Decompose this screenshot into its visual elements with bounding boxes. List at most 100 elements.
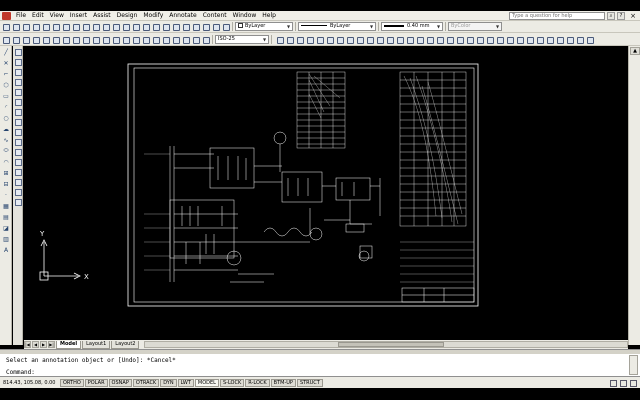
tool-palettes-icon[interactable] [191,22,200,31]
toggle-lwt[interactable]: LWT [177,378,194,387]
render-icon[interactable] [131,35,140,44]
zoom-previous-icon[interactable] [161,22,170,31]
next-tab-icon[interactable]: ▶ [40,341,47,348]
tolerance-icon[interactable] [405,35,414,44]
menu-edit[interactable]: Edit [29,12,47,19]
dim-style-icon[interactable] [201,35,210,44]
insert-block-icon[interactable]: ⊞ [1,168,11,178]
open-file-icon[interactable] [11,22,20,31]
polyline-icon[interactable]: ⌐ [1,69,11,79]
dim-edit-icon[interactable] [435,35,444,44]
cut-icon[interactable] [61,22,70,31]
toggle-r-lock[interactable]: R-LOCK [245,378,270,387]
layer-properties-icon[interactable] [1,35,10,44]
tab-layout1[interactable]: Layout1 [82,340,111,349]
command-prompt[interactable]: Command: [6,369,35,376]
layer-combo[interactable]: ByLayer ▼ [235,22,293,31]
table-icon[interactable] [565,35,574,44]
add-leader-icon[interactable] [485,35,494,44]
help-icon[interactable]: ? [617,11,625,20]
dim-break-icon[interactable] [395,35,404,44]
inspect-icon[interactable] [425,35,434,44]
quick-dim-icon[interactable] [355,35,364,44]
copy-icon[interactable] [71,22,80,31]
menu-annotate[interactable]: Annotate [166,12,199,19]
view-icon[interactable] [121,35,130,44]
menu-modify[interactable]: Modify [140,12,166,19]
rotate-icon[interactable] [14,107,22,116]
layer-on-icon[interactable] [11,35,20,44]
menu-window[interactable]: Window [230,12,260,19]
dim-linear-icon[interactable] [275,35,284,44]
menu-view[interactable]: View [47,12,67,19]
layer-lock-icon[interactable] [31,35,40,44]
modeling-icon[interactable] [191,35,200,44]
toggle-btm-up[interactable]: BTM-UP [270,378,296,387]
gradient-icon[interactable]: ▤ [1,212,11,222]
stretch-icon[interactable] [14,127,22,136]
sheet-set-icon[interactable] [201,22,210,31]
multiline-text-icon[interactable]: A [1,245,11,255]
align-leader-icon[interactable] [505,35,514,44]
join-icon[interactable] [14,167,22,176]
design-center-icon[interactable] [181,22,190,31]
help-search-input[interactable] [509,11,605,20]
toggle-s-lock[interactable]: S-LOCK [219,378,245,387]
make-block-icon[interactable]: ⊟ [1,179,11,189]
layer-previous-icon[interactable] [61,35,70,44]
scale-list-icon[interactable] [525,35,534,44]
horizontal-scrollbar[interactable] [144,341,628,348]
break-icon[interactable] [14,157,22,166]
save-icon[interactable] [21,22,30,31]
arc-icon[interactable]: ◜ [1,102,11,112]
undo-icon[interactable] [111,22,120,31]
command-scrollbar[interactable] [629,355,638,375]
toggle-model[interactable]: MODEL [194,378,219,387]
revision-cloud-icon[interactable]: ☁ [1,124,11,134]
scroll-up-icon[interactable]: ▲ [630,47,640,55]
sync-icon[interactable] [545,35,554,44]
layer-freeze-icon[interactable] [21,35,30,44]
fillet-icon[interactable] [14,187,22,196]
command-window[interactable]: Select an annotation object or [Undo]: *… [0,349,640,377]
dim-radius-icon[interactable] [315,35,324,44]
text-style-icon[interactable] [71,35,80,44]
circle-icon[interactable]: ○ [1,113,11,123]
menu-assist[interactable]: Assist [90,12,114,19]
dim-diameter-icon[interactable] [335,35,344,44]
menu-file[interactable]: File [13,12,29,19]
multileader-icon[interactable] [475,35,484,44]
toggle-dyn[interactable]: DYN [160,378,177,387]
erase-icon[interactable] [14,47,22,56]
array-icon[interactable] [14,87,22,96]
communication-center-icon[interactable] [609,379,617,387]
layer-current-icon[interactable] [51,35,60,44]
remove-leader-icon[interactable] [495,35,504,44]
mirror-icon[interactable] [14,67,22,76]
ellipse-icon[interactable]: ⬭ [1,146,11,156]
move-icon[interactable] [14,97,22,106]
plot-style-icon[interactable] [91,35,100,44]
menu-design[interactable]: Design [114,12,141,19]
menu-content[interactable]: Content [200,12,230,19]
text-icon[interactable] [555,35,564,44]
toggle-ortho[interactable]: ORTHO [60,378,84,387]
vertical-scrollbar[interactable]: ▲ [628,46,640,345]
toggle-otrack[interactable]: OTRACK [132,378,160,387]
ellipse-arc-icon[interactable]: ◠ [1,157,11,167]
dim-jogged-icon[interactable] [325,35,334,44]
close-icon[interactable]: × [628,12,638,20]
toggle-polar[interactable]: POLAR [84,378,108,387]
lock-icon[interactable] [619,379,627,387]
toggle-struct[interactable]: STRUCT [296,378,323,387]
spline-icon[interactable]: ∿ [1,135,11,145]
command-window-grip[interactable] [0,350,640,354]
properties-icon[interactable] [171,22,180,31]
explode-icon[interactable] [14,197,22,206]
last-tab-icon[interactable]: ▶| [48,341,55,348]
dim-angular-icon[interactable] [345,35,354,44]
linetype-combo[interactable]: ByLayer ▼ [298,22,376,31]
polygon-icon[interactable]: ⬡ [1,80,11,90]
hatch-icon[interactable]: ▦ [1,201,11,211]
dim-aligned-icon[interactable] [285,35,294,44]
